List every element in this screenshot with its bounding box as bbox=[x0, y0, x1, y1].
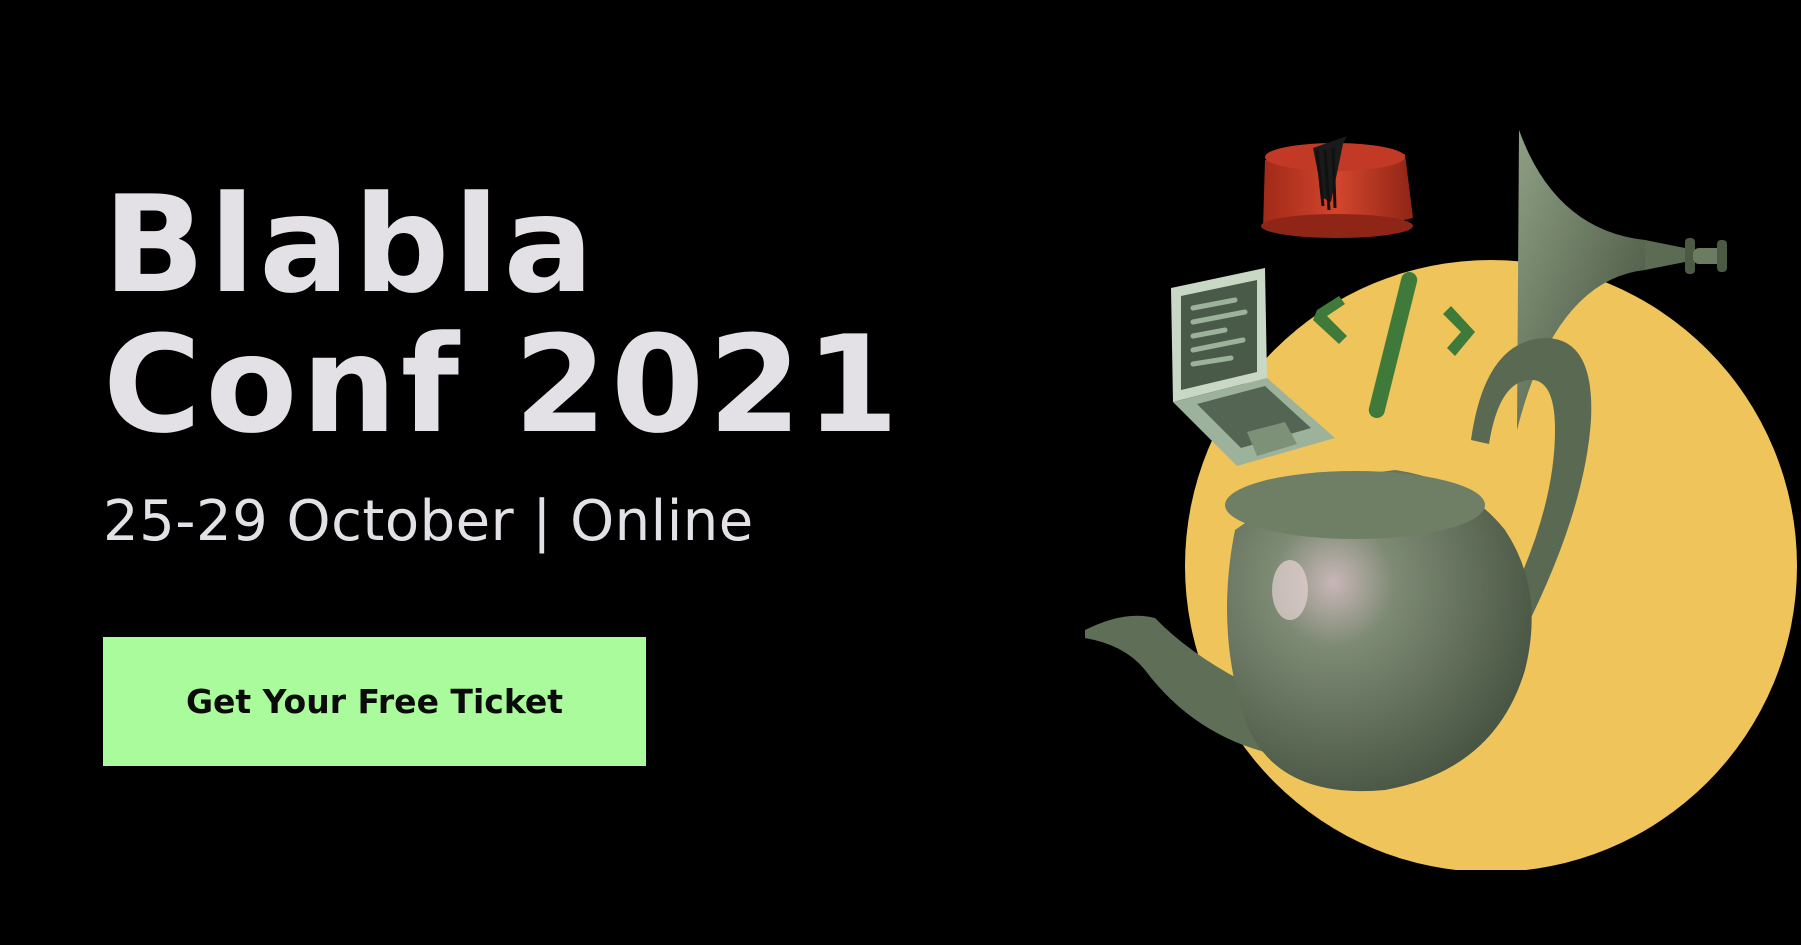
fez-hat-icon bbox=[1261, 136, 1413, 238]
get-free-ticket-button[interactable]: Get Your Free Ticket bbox=[103, 637, 646, 766]
event-title-line-1: Blabla bbox=[103, 167, 598, 323]
event-date-location: 25-29 October | Online bbox=[103, 489, 754, 554]
event-title: Blabla Conf 2021 bbox=[103, 175, 903, 455]
event-title-line-2: Conf 2021 bbox=[103, 307, 903, 463]
conference-illustration bbox=[1085, 130, 1797, 870]
